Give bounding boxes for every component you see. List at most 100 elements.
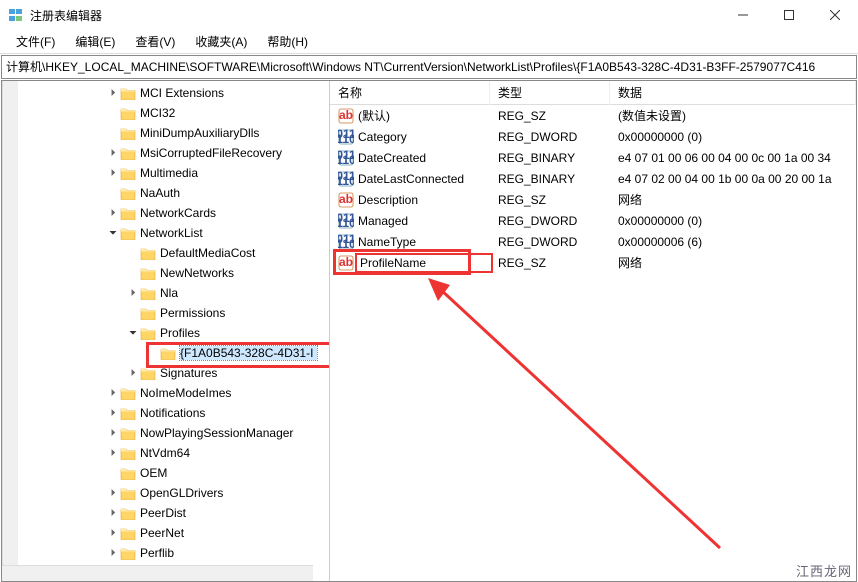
folder-icon <box>140 366 156 380</box>
value-name: Description <box>358 193 490 207</box>
folder-icon <box>140 286 156 300</box>
window-title: 注册表编辑器 <box>30 7 720 24</box>
tree-item-label: NoImeModeImes <box>140 386 235 400</box>
menu-file[interactable]: 文件(F) <box>6 29 65 54</box>
chevron-right-icon[interactable]: ⏵ <box>106 88 120 99</box>
tree-item[interactable]: ⏵ Signatures <box>2 363 317 383</box>
tree-item[interactable]: MCI32 <box>2 103 317 123</box>
tree-item[interactable]: ⏵OpenGLDrivers <box>2 483 317 503</box>
tree-item[interactable]: MiniDumpAuxiliaryDlls <box>2 123 317 143</box>
tree-item[interactable]: ⏵ NoImeModeImes <box>2 383 317 403</box>
value-row[interactable]: NameTypeREG_DWORD0x00000006 (6) <box>330 231 856 252</box>
tree-item[interactable]: ⏵ NtVdm64 <box>2 443 317 463</box>
value-row[interactable]: CategoryREG_DWORD0x00000000 (0) <box>330 126 856 147</box>
col-data[interactable]: 数据 <box>610 81 856 105</box>
tree-item-label: NetworkCards <box>140 206 220 220</box>
titlebar: 注册表编辑器 <box>0 0 858 30</box>
tree-item[interactable]: NewNetworks <box>2 263 317 283</box>
folder-icon <box>120 206 136 220</box>
tree-item-label: Perflib <box>140 546 178 560</box>
menu-favorites[interactable]: 收藏夹(A) <box>185 29 257 54</box>
chevron-right-icon[interactable]: ⏵ <box>106 548 120 559</box>
chevron-right-icon[interactable]: ⏵ <box>106 428 120 439</box>
value-data: 网络 <box>610 191 856 208</box>
menu-help[interactable]: 帮助(H) <box>257 29 318 54</box>
tree-item[interactable]: ⏷NetworkList <box>2 223 317 243</box>
tree-item-label: NaAuth <box>140 186 184 200</box>
folder-icon <box>120 526 136 540</box>
value-name: Managed <box>358 214 490 228</box>
chevron-down-icon[interactable]: ⏷ <box>106 228 120 239</box>
value-row[interactable]: ProfileNameREG_SZ网络 <box>330 252 856 273</box>
menu-edit[interactable]: 编辑(E) <box>65 29 125 54</box>
binary-value-icon <box>338 234 354 250</box>
tree-item[interactable]: NaAuth <box>2 183 317 203</box>
close-button[interactable] <box>812 0 858 30</box>
tree-item[interactable]: ⏵ NowPlayingSessionManager <box>2 423 317 443</box>
folder-icon <box>140 246 156 260</box>
tree-item[interactable]: OEM <box>2 463 317 483</box>
tree-item[interactable]: ⏵ Perflib <box>2 543 317 563</box>
tree-item[interactable]: DefaultMediaCost <box>2 243 317 263</box>
chevron-down-icon[interactable]: ⏷ <box>126 328 140 339</box>
minimize-button[interactable] <box>720 0 766 30</box>
chevron-right-icon[interactable]: ⏵ <box>106 488 120 499</box>
tree-item[interactable]: ⏵Nla <box>2 283 317 303</box>
chevron-right-icon[interactable]: ⏵ <box>106 148 120 159</box>
value-row[interactable]: DateCreatedREG_BINARYe4 07 01 00 06 00 0… <box>330 147 856 168</box>
address-bar[interactable]: 计算机\HKEY_LOCAL_MACHINE\SOFTWARE\Microsof… <box>1 55 857 79</box>
string-value-icon <box>338 192 354 208</box>
chevron-right-icon[interactable]: ⏵ <box>106 168 120 179</box>
value-data: (数值未设置) <box>610 107 856 124</box>
tree-item[interactable]: ⏷Profiles <box>2 323 317 343</box>
col-type[interactable]: 类型 <box>490 81 610 105</box>
tree-item[interactable]: Permissions <box>2 303 317 323</box>
chevron-right-icon[interactable]: ⏵ <box>106 448 120 459</box>
value-row[interactable]: DescriptionREG_SZ网络 <box>330 189 856 210</box>
folder-icon <box>120 126 136 140</box>
value-row[interactable]: DateLastConnectedREG_BINARYe4 07 02 00 0… <box>330 168 856 189</box>
menu-view[interactable]: 查看(V) <box>125 29 185 54</box>
maximize-button[interactable] <box>766 0 812 30</box>
string-value-icon <box>338 255 354 271</box>
tree-item-label: MCI32 <box>140 106 179 120</box>
tree-hscrollbar[interactable] <box>2 565 313 581</box>
tree-item-label: Permissions <box>160 306 229 320</box>
tree-item-label: Signatures <box>160 366 221 380</box>
tree-scrollbar[interactable] <box>2 81 18 581</box>
chevron-right-icon[interactable]: ⏵ <box>106 528 120 539</box>
tree-item[interactable]: ⏵ NetworkCards <box>2 203 317 223</box>
tree-item[interactable]: ⏵PeerDist <box>2 503 317 523</box>
chevron-right-icon[interactable]: ⏵ <box>106 508 120 519</box>
chevron-right-icon[interactable]: ⏵ <box>126 368 140 379</box>
folder-icon <box>140 306 156 320</box>
chevron-right-icon[interactable]: ⏵ <box>106 408 120 419</box>
highlight-arrow <box>420 273 740 563</box>
tree-item[interactable]: ⏵Multimedia <box>2 163 317 183</box>
tree-item-label: NowPlayingSessionManager <box>140 426 297 440</box>
value-row[interactable]: ManagedREG_DWORD0x00000000 (0) <box>330 210 856 231</box>
folder-icon <box>120 186 136 200</box>
folder-icon <box>120 466 136 480</box>
binary-value-icon <box>338 213 354 229</box>
chevron-right-icon[interactable]: ⏵ <box>106 388 120 399</box>
tree-item[interactable]: ⏵ MsiCorruptedFileRecovery <box>2 143 317 163</box>
value-type: REG_SZ <box>490 193 610 207</box>
tree-item[interactable]: ⏵MCI Extensions <box>2 83 317 103</box>
tree-item-label: NtVdm64 <box>140 446 194 460</box>
tree-item-label: PeerNet <box>140 526 188 540</box>
value-row[interactable]: (默认)REG_SZ(数值未设置) <box>330 105 856 126</box>
tree-item-label: MsiCorruptedFileRecovery <box>140 146 286 160</box>
tree-item[interactable]: ⏵Notifications <box>2 403 317 423</box>
tree-item-label: DefaultMediaCost <box>160 246 259 260</box>
chevron-right-icon[interactable]: ⏵ <box>106 208 120 219</box>
col-name[interactable]: 名称 <box>330 81 490 105</box>
value-type: REG_DWORD <box>490 214 610 228</box>
chevron-right-icon[interactable]: ⏵ <box>126 288 140 299</box>
tree-item[interactable]: ⏵ PeerNet <box>2 523 317 543</box>
folder-icon <box>120 506 136 520</box>
watermark: 江西龙网 <box>796 561 852 580</box>
tree-item[interactable]: {F1A0B543-328C-4D31-I <box>2 343 317 363</box>
tree-item-label: MiniDumpAuxiliaryDlls <box>140 126 263 140</box>
value-type: REG_BINARY <box>490 151 610 165</box>
